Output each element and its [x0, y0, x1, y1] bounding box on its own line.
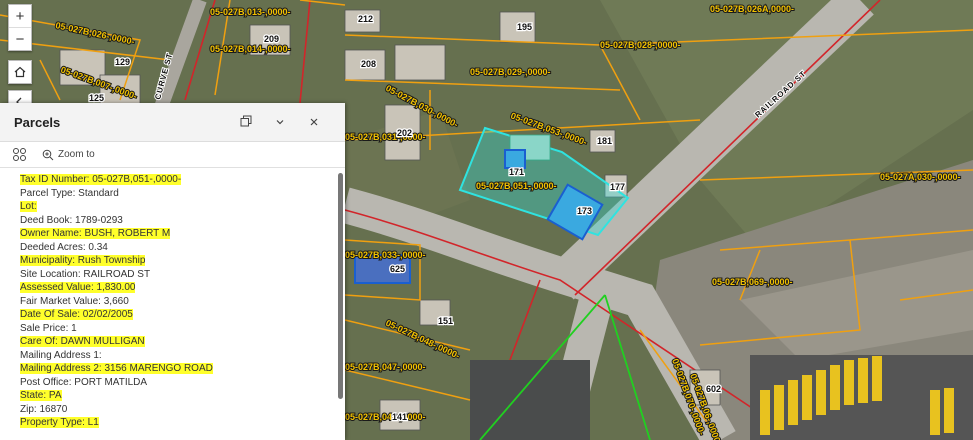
- attribute-row: Lot:: [20, 200, 335, 214]
- attribute-text: State: PA: [20, 390, 62, 401]
- address-label: 151: [438, 316, 453, 326]
- zoom-out-button[interactable]: −: [9, 27, 31, 50]
- attribute-row: Tax ID Number: 05-027B,051-,0000-: [20, 173, 335, 187]
- attribute-row: State: PA: [20, 389, 335, 403]
- zoom-controls: + −: [8, 4, 32, 51]
- attribute-row: Mailing Address 1:: [20, 349, 335, 363]
- attribute-text: Fair Market Value: 3,660: [20, 295, 129, 307]
- parcel-id-label: 05-027B,046-,0000-: [345, 412, 426, 422]
- zoom-in-button[interactable]: +: [9, 5, 31, 27]
- zoom-to-button[interactable]: Zoom to: [42, 149, 95, 161]
- popup-toolbar: Zoom to: [0, 142, 345, 168]
- address-label: 125: [89, 93, 104, 103]
- parcel-id-label: 05-027B,069-,0000-: [712, 277, 793, 287]
- parcel-id-label: 05-027A,030-,0000-: [880, 172, 961, 182]
- address-label: 195: [517, 22, 532, 32]
- popup-title: Parcels: [14, 114, 61, 130]
- attribute-row: Zip: 16870: [20, 403, 335, 417]
- address-label: 209: [264, 34, 279, 44]
- home-control: [8, 60, 32, 84]
- attribute-row: Date Of Sale: 02/02/2005: [20, 308, 335, 322]
- attribute-text: Municipality: Rush Township: [20, 255, 146, 266]
- address-label: 212: [358, 14, 373, 24]
- attribute-row: Mailing Address 2: 3156 MARENGO ROAD: [20, 362, 335, 376]
- parcels-popup: Parcels Zoom to Tax ID Number: 05-027B,0…: [0, 103, 345, 440]
- attribute-row: Fair Market Value: 3,660: [20, 295, 335, 309]
- home-icon: [14, 66, 26, 78]
- zoom-in-icon: [42, 149, 54, 160]
- address-label: 208: [361, 59, 376, 69]
- scrollbar[interactable]: [338, 173, 343, 399]
- dock-icon: [240, 115, 252, 126]
- attribute-row: Site Location: RAILROAD ST: [20, 268, 335, 282]
- parcel-id-label: 05-027B,029-,0000-: [470, 67, 551, 77]
- attribute-text: Sale Price: 1: [20, 322, 77, 334]
- zoom-to-label: Zoom to: [58, 149, 95, 160]
- attribute-row: Parcel Type: Standard: [20, 187, 335, 201]
- address-label: 141: [392, 412, 407, 422]
- address-label: 173: [577, 206, 592, 216]
- attribute-text: Tax ID Number: 05-027B,051-,0000-: [20, 174, 182, 185]
- attribute-row: Post Office: PORT MATILDA: [20, 376, 335, 390]
- attribute-list: Tax ID Number: 05-027B,051-,0000- Parcel …: [0, 169, 335, 440]
- parcel-id-label: 05-027B,033-,0000-: [345, 250, 426, 260]
- parcel-id-label: 05-027B,031-,0000-: [345, 132, 426, 142]
- address-label: 202: [397, 128, 412, 138]
- address-label: 625: [390, 264, 405, 274]
- address-label: 129: [115, 57, 130, 67]
- attribute-row: Deed Book: 1789-0293: [20, 214, 335, 228]
- parcel-id-label: 05-027B,026A,0000-: [710, 4, 794, 14]
- parking-lot: [470, 360, 590, 440]
- address-label: 181: [597, 136, 612, 146]
- attribute-row: Deeded Acres: 0.34: [20, 241, 335, 255]
- close-button[interactable]: [297, 115, 331, 130]
- grid-icon: [12, 148, 26, 161]
- parcel-id-label: 05-027B,028-,0000-: [600, 40, 681, 50]
- popup-header: Parcels: [0, 103, 345, 142]
- parcel-id-label: 05-027B,014-,0000-: [210, 44, 291, 54]
- attribute-text: Assessed Value: 1,830.00: [20, 282, 136, 293]
- address-label: 171: [509, 167, 524, 177]
- attribute-text: Deeded Acres: 0.34: [20, 241, 108, 253]
- attribute-text: Mailing Address 2: 3156 MARENGO ROAD: [20, 363, 213, 374]
- attribute-text: Post Office: PORT MATILDA: [20, 376, 148, 388]
- attribute-text: Mailing Address 1:: [20, 349, 102, 361]
- building-171b: [504, 149, 526, 169]
- address-label: 177: [610, 182, 625, 192]
- collapse-button[interactable]: [263, 115, 297, 130]
- address-label: 602: [706, 384, 721, 394]
- attribute-text: Site Location: RAILROAD ST: [20, 268, 151, 280]
- attribute-row: Owner Name: BUSH, ROBERT M: [20, 227, 335, 241]
- close-icon: [310, 118, 318, 125]
- attribute-text: Property Type: L1: [20, 417, 99, 428]
- attribute-text: Owner Name: BUSH, ROBERT M: [20, 228, 171, 239]
- attribute-text: Lot:: [20, 201, 37, 212]
- chevron-down-icon: [276, 119, 284, 124]
- parcel-id-label: 05-027B,047-,0000-: [345, 362, 426, 372]
- attribute-row: Care Of: DAWN MULLIGAN: [20, 335, 335, 349]
- attribute-text: Parcel Type: Standard: [20, 187, 119, 199]
- home-button[interactable]: [9, 61, 31, 83]
- attribute-row: Assessed Value: 1,830.00: [20, 281, 335, 295]
- parcel-id-label: 05-027B,013-,0000-: [210, 7, 291, 17]
- parcel-id-label: 05-027B,051-,0000-: [476, 181, 557, 191]
- actions-button[interactable]: [10, 146, 28, 164]
- attribute-row: Sale Price: 1: [20, 322, 335, 336]
- attribute-text: Care Of: DAWN MULLIGAN: [20, 336, 145, 347]
- attribute-text: Deed Book: 1789-0293: [20, 214, 123, 226]
- attribute-text: Zip: 16870: [20, 403, 68, 415]
- attribute-text: Date Of Sale: 02/02/2005: [20, 309, 133, 320]
- dock-button[interactable]: [229, 115, 263, 130]
- attribute-row: Property Type: L1: [20, 416, 335, 430]
- attribute-row: Municipality: Rush Township: [20, 254, 335, 268]
